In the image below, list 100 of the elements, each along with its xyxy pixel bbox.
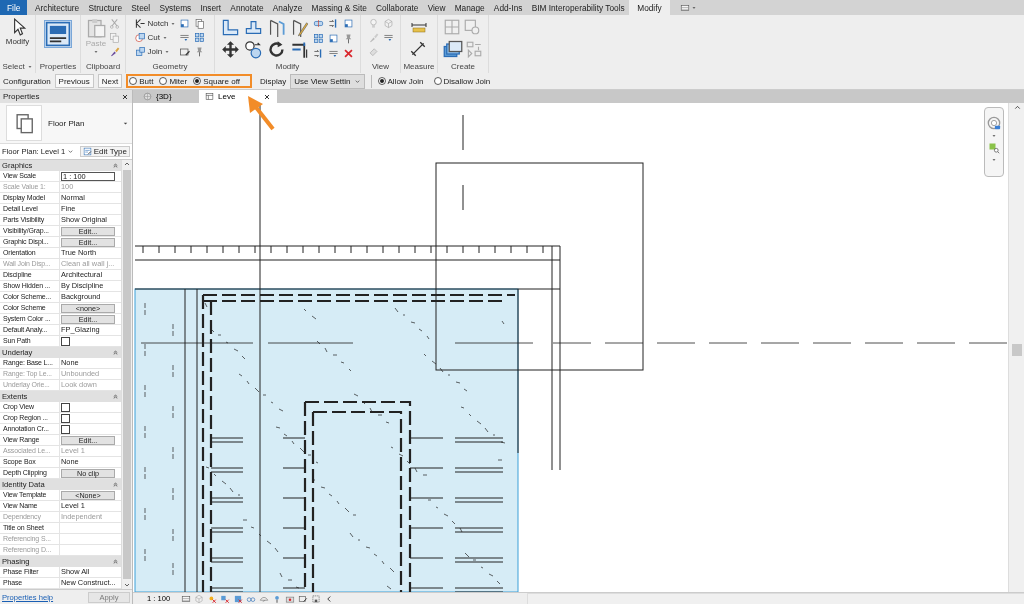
align-icon[interactable] — [328, 18, 339, 29]
reveal-icon[interactable] — [298, 593, 309, 604]
dimension-icon[interactable] — [408, 40, 428, 58]
ribbon-tab[interactable]: Analyze — [268, 0, 307, 15]
scrollbar-thumb[interactable] — [1012, 344, 1022, 356]
panel-title: Properties — [3, 92, 40, 101]
ribbon-tab[interactable]: File — [0, 0, 28, 15]
display-dropdown[interactable]: Use View Settin — [290, 73, 365, 89]
radio-option[interactable]: Butt — [129, 76, 154, 86]
collapse-icon[interactable] — [112, 393, 120, 400]
close-icon[interactable] — [263, 92, 271, 101]
tool-button[interactable]: Join — [134, 46, 177, 57]
radio-button-icon — [193, 77, 202, 85]
collapse-icon[interactable] — [112, 481, 120, 488]
shadows-icon[interactable] — [220, 593, 231, 604]
zoom-icon[interactable] — [988, 142, 1000, 154]
checkbox[interactable] — [61, 336, 70, 346]
lines-icon[interactable] — [382, 32, 394, 43]
notch-icon — [134, 18, 146, 29]
globe-icon — [143, 92, 152, 101]
panel-title: Modify — [275, 62, 300, 71]
ribbon-tab[interactable]: Add-Ins — [489, 0, 528, 15]
rotate-icon[interactable] — [267, 40, 286, 59]
ribbon-tab[interactable]: View — [423, 0, 451, 15]
panel-title: Geometry — [152, 62, 188, 71]
paste-icon — [86, 18, 106, 38]
document-tab[interactable]: {3D} — [137, 90, 199, 103]
layers-icon[interactable] — [443, 39, 463, 59]
configuration-label: Configuration — [3, 76, 51, 86]
ribbon-tab[interactable]: Architecture — [30, 0, 84, 15]
ribbon-tab[interactable]: Annotate — [225, 0, 269, 15]
crop-view-icon[interactable] — [233, 593, 244, 604]
cut-geometry-icon — [134, 32, 146, 43]
trim-icon[interactable] — [290, 40, 309, 59]
ribbon-tab[interactable]: Manage — [450, 0, 490, 15]
scroll-up-icon[interactable] — [123, 160, 132, 168]
offset-line-icon[interactable] — [328, 48, 339, 59]
ribbon-tab[interactable]: Systems — [154, 0, 196, 15]
checkbox[interactable] — [61, 402, 70, 412]
ribbon-tab[interactable]: Massing & Site — [306, 0, 372, 15]
ribbon-tab[interactable]: Collaborate — [371, 0, 424, 15]
ribbon-tab[interactable]: BIM Interoperability Tools — [527, 0, 630, 15]
ribbon-tab[interactable]: Insert — [195, 0, 226, 15]
checkbox[interactable] — [61, 413, 70, 423]
pin-icon[interactable] — [343, 33, 354, 44]
scrollbar[interactable] — [121, 160, 132, 589]
delete-icon[interactable] — [343, 48, 354, 59]
collapse-icon[interactable] — [112, 558, 120, 565]
split-icon[interactable] — [313, 18, 324, 29]
radio-option[interactable]: Square off — [193, 76, 240, 86]
radio-option[interactable]: Disallow Join — [433, 76, 491, 86]
edit-type-icon — [82, 147, 92, 156]
caret-icon[interactable] — [991, 133, 997, 139]
offset-icon[interactable] — [244, 40, 263, 59]
ribbon-tab[interactable]: Steel — [126, 0, 155, 15]
steering-wheel-icon[interactable] — [987, 116, 1001, 130]
type-selector[interactable]: Floor Plan — [0, 103, 132, 144]
plan-view-icon — [205, 92, 214, 101]
detail-level-icon[interactable] — [181, 593, 192, 604]
caret-icon[interactable] — [991, 157, 997, 163]
radio-button-icon — [433, 77, 442, 85]
tool-button[interactable]: Modify — [5, 18, 30, 46]
nav-button[interactable]: Next — [97, 74, 123, 88]
panel-title: Measure — [403, 62, 435, 71]
ribbon-tab[interactable]: Modify — [629, 0, 670, 15]
split-face-icon[interactable] — [179, 32, 191, 43]
radio-button-icon — [159, 77, 168, 85]
move-icon[interactable] — [221, 40, 240, 59]
caret-icon[interactable] — [690, 4, 697, 11]
floor-slab[interactable] — [134, 288, 519, 592]
brush-icon[interactable] — [109, 46, 121, 57]
collapse-icon[interactable] — [112, 162, 120, 169]
caret-icon[interactable] — [26, 63, 33, 70]
radio-option[interactable]: Allow Join — [377, 76, 424, 86]
analytical-icon[interactable] — [311, 593, 322, 604]
wall-corner-icon[interactable] — [221, 18, 240, 37]
document-tab[interactable]: Leve — [199, 90, 277, 103]
scrollbar[interactable] — [1008, 103, 1024, 592]
floor-plan-icon — [13, 112, 35, 134]
collapse-icon[interactable] — [112, 349, 120, 356]
panel-toggle-icon[interactable] — [679, 2, 690, 13]
scroll-up-icon[interactable] — [1012, 103, 1022, 112]
tool-button[interactable]: Notch — [134, 18, 177, 29]
door-flip-icon[interactable] — [267, 18, 286, 37]
close-icon[interactable] — [121, 92, 129, 101]
edit-type-button[interactable]: Edit Type — [79, 146, 130, 157]
temporary-view-icon[interactable] — [285, 593, 296, 604]
scroll-down-icon[interactable] — [123, 581, 132, 589]
checkbox[interactable] — [61, 424, 70, 434]
nav-button[interactable]: Previous — [54, 74, 94, 88]
caret-icon — [93, 49, 99, 55]
scrollbar[interactable] — [527, 592, 1024, 604]
edit-icon[interactable] — [290, 18, 309, 37]
display-label: Display — [259, 76, 287, 86]
array-icon[interactable] — [313, 33, 324, 44]
properties-icon[interactable] — [45, 21, 71, 47]
radio-option[interactable]: Miter — [159, 76, 188, 86]
ribbon-tab[interactable]: Structure — [83, 0, 127, 15]
join-icon — [134, 46, 146, 57]
tool-button[interactable]: Cut — [134, 32, 177, 43]
